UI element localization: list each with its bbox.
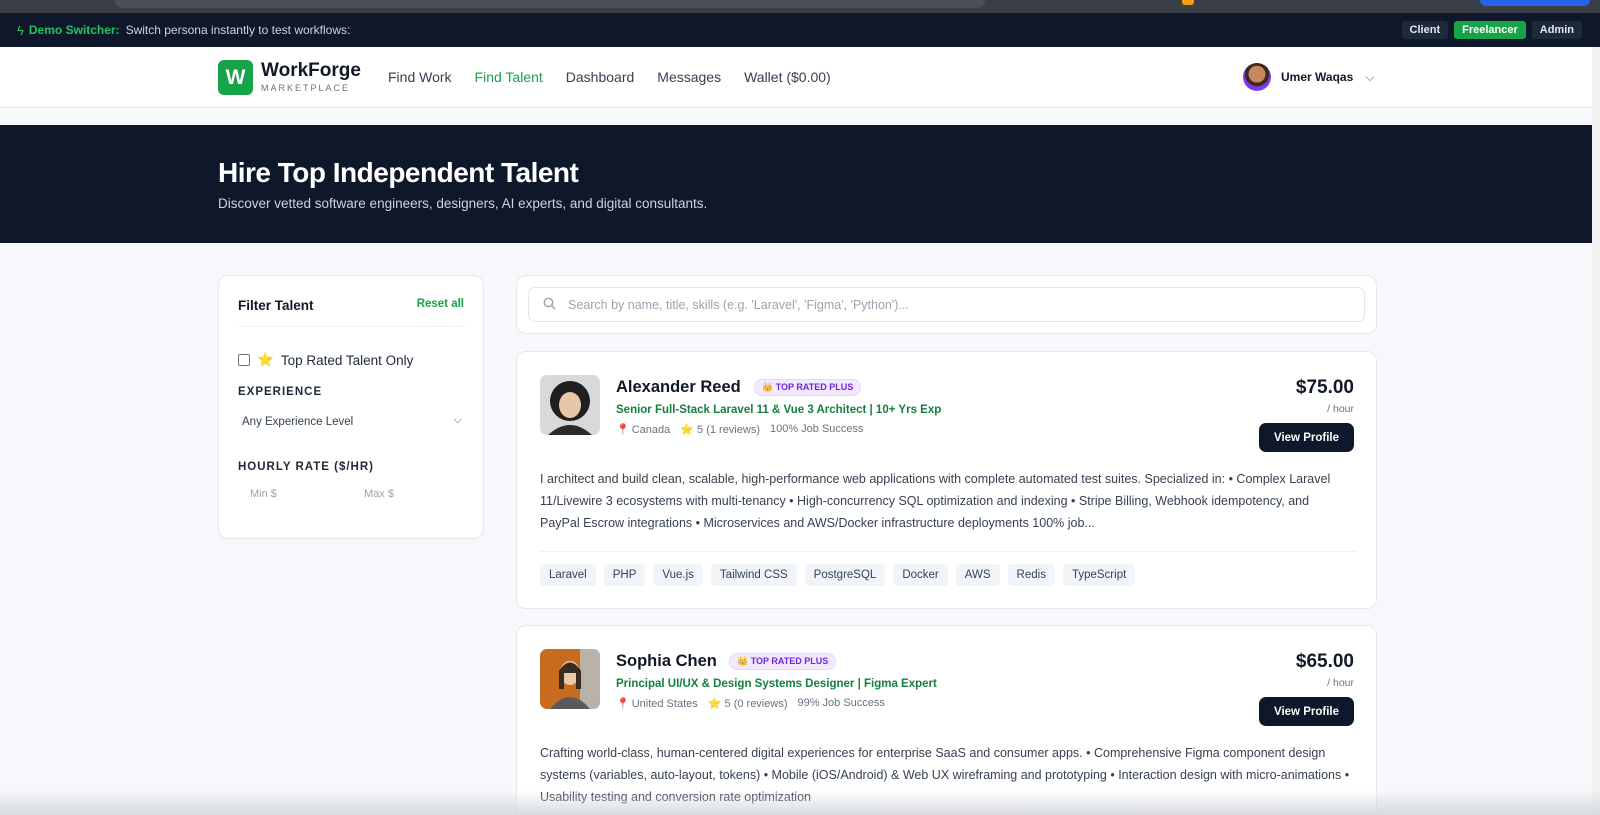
demo-switcher-label: Demo Switcher: (28, 23, 120, 37)
persona-freelancer-button[interactable]: Freelancer (1454, 21, 1526, 39)
talent-photo[interactable] (540, 375, 600, 435)
divider (238, 326, 466, 327)
hourly-rate-label: HOURLY RATE ($/HR) (238, 461, 374, 473)
talent-meta: 📍 Canada ⭐ 5 (1 reviews) 100% Job Success (616, 423, 864, 436)
talent-card[interactable]: Sophia Chen 👑 TOP RATED PLUS Principal U… (516, 625, 1377, 815)
nav-dashboard[interactable]: Dashboard (566, 69, 635, 85)
job-success: 100% Job Success (769, 423, 864, 435)
persona-admin-button[interactable]: Admin (1531, 21, 1582, 39)
rating: ⭐ 5 (0 reviews) (708, 697, 788, 710)
chevron-down-icon[interactable]: ⌵ (1365, 70, 1374, 85)
page-title: Hire Top Independent Talent (218, 157, 579, 188)
talent-title: Principal UI/UX & Design Systems Designe… (616, 678, 937, 690)
logo-icon[interactable]: W (218, 60, 253, 95)
skill-tag[interactable]: Laravel (540, 564, 596, 586)
price-unit: / hour (1327, 403, 1354, 415)
persona-client-button[interactable]: Client (1401, 21, 1449, 39)
job-success: 99% Job Success (797, 697, 885, 709)
filter-title: Filter Talent (238, 298, 314, 313)
top-rated-badge: 👑 TOP RATED PLUS (729, 653, 837, 670)
browser-chrome (0, 0, 1600, 13)
experience-label: EXPERIENCE (238, 386, 323, 398)
search-panel: Search by name, title, skills (e.g. 'Lar… (516, 275, 1377, 334)
nav-wallet[interactable]: Wallet ($0.00) (744, 69, 831, 85)
rating-text: 5 (0 reviews) (724, 698, 788, 710)
chevron-down-icon[interactable]: ⌵ (454, 414, 462, 427)
talent-bio: I architect and build clean, scalable, h… (540, 472, 1331, 530)
demo-switcher-text: Switch persona instantly to test workflo… (125, 23, 351, 37)
rating-text: 5 (1 reviews) (697, 424, 760, 436)
star-icon: ⭐ (707, 698, 722, 710)
page-subtitle: Discover vetted software engineers, desi… (218, 196, 708, 211)
top-rated-label[interactable]: Top Rated Talent Only (281, 353, 414, 368)
skill-tag[interactable]: Tailwind CSS (710, 564, 797, 586)
talent-name[interactable]: Sophia Chen (616, 652, 717, 671)
location-text: Canada (631, 424, 671, 436)
top-navbar: W WorkForge MARKETPLACE Find Work Find T… (0, 47, 1600, 108)
skill-tag[interactable]: Vue.js (653, 564, 703, 586)
experience-value[interactable]: Any Experience Level (242, 416, 353, 428)
talent-title: Senior Full-Stack Laravel 11 & Vue 3 Arc… (616, 404, 942, 416)
hourly-price: $65.00 (1295, 651, 1354, 672)
bolt-icon: ϟ (17, 22, 24, 38)
main-nav: Find Work Find Talent Dashboard Messages… (388, 69, 831, 85)
top-rated-checkbox[interactable] (238, 354, 250, 366)
nav-find-work[interactable]: Find Work (388, 69, 452, 85)
star-icon: ⭐ (680, 424, 694, 436)
location: 📍 Canada (616, 423, 670, 436)
user-menu[interactable]: Umer Waqas ⌵ (1243, 63, 1374, 91)
hero-banner: Hire Top Independent Talent Discover vet… (0, 125, 1600, 243)
talent-card[interactable]: Alexander Reed 👑 TOP RATED PLUS Senior F… (516, 351, 1377, 609)
skill-tag[interactable]: PHP (603, 564, 646, 586)
brand-subtitle: MARKETPLACE (261, 83, 351, 93)
talent-photo[interactable] (540, 649, 600, 709)
star-icon: ⭐ (257, 352, 274, 367)
nav-messages[interactable]: Messages (657, 69, 721, 85)
demo-switcher-bar: ϟ Demo Switcher: Switch persona instantl… (0, 13, 1600, 47)
avatar[interactable] (1243, 63, 1271, 91)
skill-tag[interactable]: Redis (1007, 564, 1055, 586)
price-unit: / hour (1327, 677, 1354, 689)
extension-icon[interactable] (1182, 0, 1194, 5)
talent-meta: 📍 United States ⭐ 5 (0 reviews) 99% Job S… (616, 697, 885, 710)
page-scrollbar[interactable] (1592, 47, 1600, 815)
search-icon (543, 297, 556, 313)
user-name[interactable]: Umer Waqas (1281, 70, 1353, 84)
nav-find-talent[interactable]: Find Talent (475, 69, 543, 85)
brand-name[interactable]: WorkForge (261, 60, 361, 82)
reset-all-link[interactable]: Reset all (417, 298, 464, 310)
hourly-price: $75.00 (1295, 377, 1354, 398)
max-rate-input[interactable]: Max $ (352, 488, 466, 500)
top-rated-badge: 👑 TOP RATED PLUS (754, 379, 862, 396)
view-profile-button[interactable]: View Profile (1259, 697, 1354, 726)
top-rated-filter[interactable]: ⭐ Top Rated Talent Only (238, 352, 413, 368)
skill-tag[interactable]: TypeScript (1062, 564, 1136, 586)
skill-tag[interactable]: PostgreSQL (804, 564, 886, 586)
pin-icon: 📍 (616, 698, 630, 710)
min-rate-input[interactable]: Min $ (238, 488, 352, 500)
persona-switcher: Client Freelancer Admin (1401, 21, 1582, 39)
view-profile-button[interactable]: View Profile (1259, 423, 1354, 452)
browser-action-button[interactable] (1480, 0, 1590, 6)
skill-tag[interactable]: AWS (955, 564, 1000, 586)
skill-tags: Laravel PHP Vue.js Tailwind CSS PostgreS… (540, 564, 1136, 586)
location: 📍 United States (616, 697, 698, 710)
skill-tag[interactable]: Docker (893, 564, 948, 586)
location-text: United States (631, 698, 698, 710)
divider (540, 551, 1356, 552)
talent-name[interactable]: Alexander Reed (616, 378, 741, 397)
filter-panel: Filter Talent Reset all ⭐ Top Rated Tale… (218, 275, 484, 539)
badge-label: TOP RATED PLUS (775, 382, 854, 392)
pin-icon: 📍 (616, 424, 630, 436)
bottom-shadow (0, 790, 1600, 815)
badge-label: TOP RATED PLUS (750, 656, 829, 666)
search-placeholder[interactable]: Search by name, title, skills (e.g. 'Lar… (568, 298, 909, 312)
rate-inputs: Min $ Max $ (238, 488, 466, 500)
address-bar[interactable] (115, 0, 985, 8)
experience-select[interactable]: Any Experience Level ⌵ (238, 409, 466, 435)
search-input[interactable]: Search by name, title, skills (e.g. 'Lar… (528, 287, 1365, 322)
rating: ⭐ 5 (1 reviews) (680, 423, 760, 436)
